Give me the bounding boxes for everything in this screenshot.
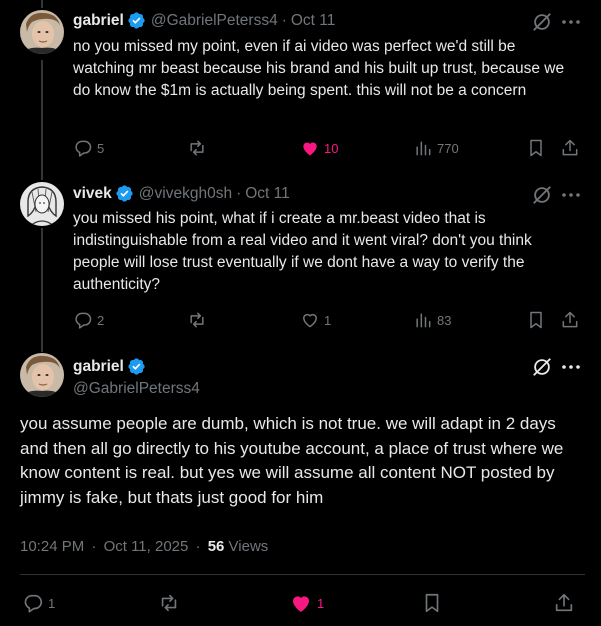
reply-button[interactable]: 2 [73,309,104,331]
bookmark-icon [425,593,439,613]
like-count: 1 [324,312,332,328]
views-count: 56 [207,538,225,555]
views-label: Views [228,538,269,555]
tweet-header: vivek @vivekgh0sh · Oct 11 [73,184,290,203]
repost-icon [161,594,177,612]
more-options-icon[interactable] [560,184,582,206]
tweet-date[interactable]: Oct 11 [291,12,336,30]
reply-button[interactable]: 5 [73,137,104,159]
tweet-text: no you missed my point, even if ai video… [73,38,565,99]
reply-count: 5 [97,140,105,156]
author-name[interactable]: gabriel [73,358,124,376]
tweet-text: you missed his point, what if i create a… [73,210,532,293]
divider [20,574,585,575]
separator-dot: · [236,184,242,202]
verified-badge-icon [128,12,145,29]
author-handle[interactable]: @vivekgh0sh [139,185,232,203]
reply-button[interactable]: 1 [22,592,55,614]
repost-button[interactable] [187,137,211,159]
reply-icon [75,312,92,329]
verified-badge-icon [116,185,133,202]
grok-icon[interactable] [531,356,553,378]
avatar-gabriel-main[interactable] [20,353,64,397]
views-count: 770 [437,140,459,156]
reply-icon [24,594,43,613]
author-name[interactable]: gabriel [73,12,124,30]
bookmark-button[interactable] [526,137,550,159]
separator-dot: · [91,538,97,555]
share-button[interactable] [560,309,584,331]
heart-filled-icon [293,596,309,612]
views-button[interactable]: 770 [413,137,459,159]
separator-dot: · [281,11,287,29]
repost-button[interactable] [187,309,211,331]
share-icon [555,593,573,612]
main-tweet-text: you assume people are dumb, which is not… [20,414,564,507]
like-count: 10 [324,140,339,156]
more-options-icon[interactable] [560,356,582,378]
avatar-vivek[interactable] [20,182,64,226]
reply-count: 1 [48,595,56,611]
share-icon [562,139,578,156]
reply-icon [75,140,92,157]
views-button[interactable]: 83 [413,309,451,331]
separator-dot: · [195,538,201,555]
views-count: 83 [437,312,452,328]
views-icon [416,141,431,156]
bookmark-button[interactable] [526,309,550,331]
share-button[interactable] [560,137,584,159]
like-button[interactable]: 1 [300,309,331,331]
tweet-metadata: 10:24 PM · Oct 11, 2025 · 56 Views [20,538,268,555]
author-handle[interactable]: @GabrielPeterss4 [151,12,278,30]
avatar-gabriel[interactable] [20,10,64,54]
tweet-time[interactable]: 10:24 PM [20,538,84,555]
verified-badge-icon [128,358,145,375]
reply-count: 2 [97,312,105,328]
main-author-block: gabriel @GabrielPeterss4 [73,357,200,398]
repost-icon [190,312,204,328]
main-author-name-row: gabriel [73,357,200,376]
repost-icon [190,140,204,156]
grok-icon[interactable] [531,184,553,206]
reply-tweet-gabriel[interactable]: gabriel @GabrielPeterss4 · Oct 11 no you… [0,0,601,170]
bookmark-button[interactable] [421,592,447,614]
author-handle[interactable]: @GabrielPeterss4 [73,380,200,398]
like-button[interactable]: 1 [289,592,324,614]
heart-icon [303,313,317,328]
repost-button[interactable] [158,592,184,614]
tweet-full-date[interactable]: Oct 11, 2025 [104,538,189,555]
bookmark-icon [530,139,542,157]
tweet-header: gabriel @GabrielPeterss4 · Oct 11 [73,11,335,30]
like-count: 1 [317,595,325,611]
like-button[interactable]: 10 [300,137,338,159]
reply-tweet-vivek[interactable]: vivek @vivekgh0sh · Oct 11 you missed hi… [0,170,601,342]
heart-filled-icon [303,142,317,156]
author-name[interactable]: vivek [73,185,112,203]
bookmark-icon [530,311,542,329]
share-button[interactable] [553,592,579,614]
more-options-icon[interactable] [560,11,582,33]
share-icon [562,311,578,328]
views-icon [416,313,431,328]
tweet-date[interactable]: Oct 11 [245,185,290,203]
grok-icon[interactable] [531,11,553,33]
